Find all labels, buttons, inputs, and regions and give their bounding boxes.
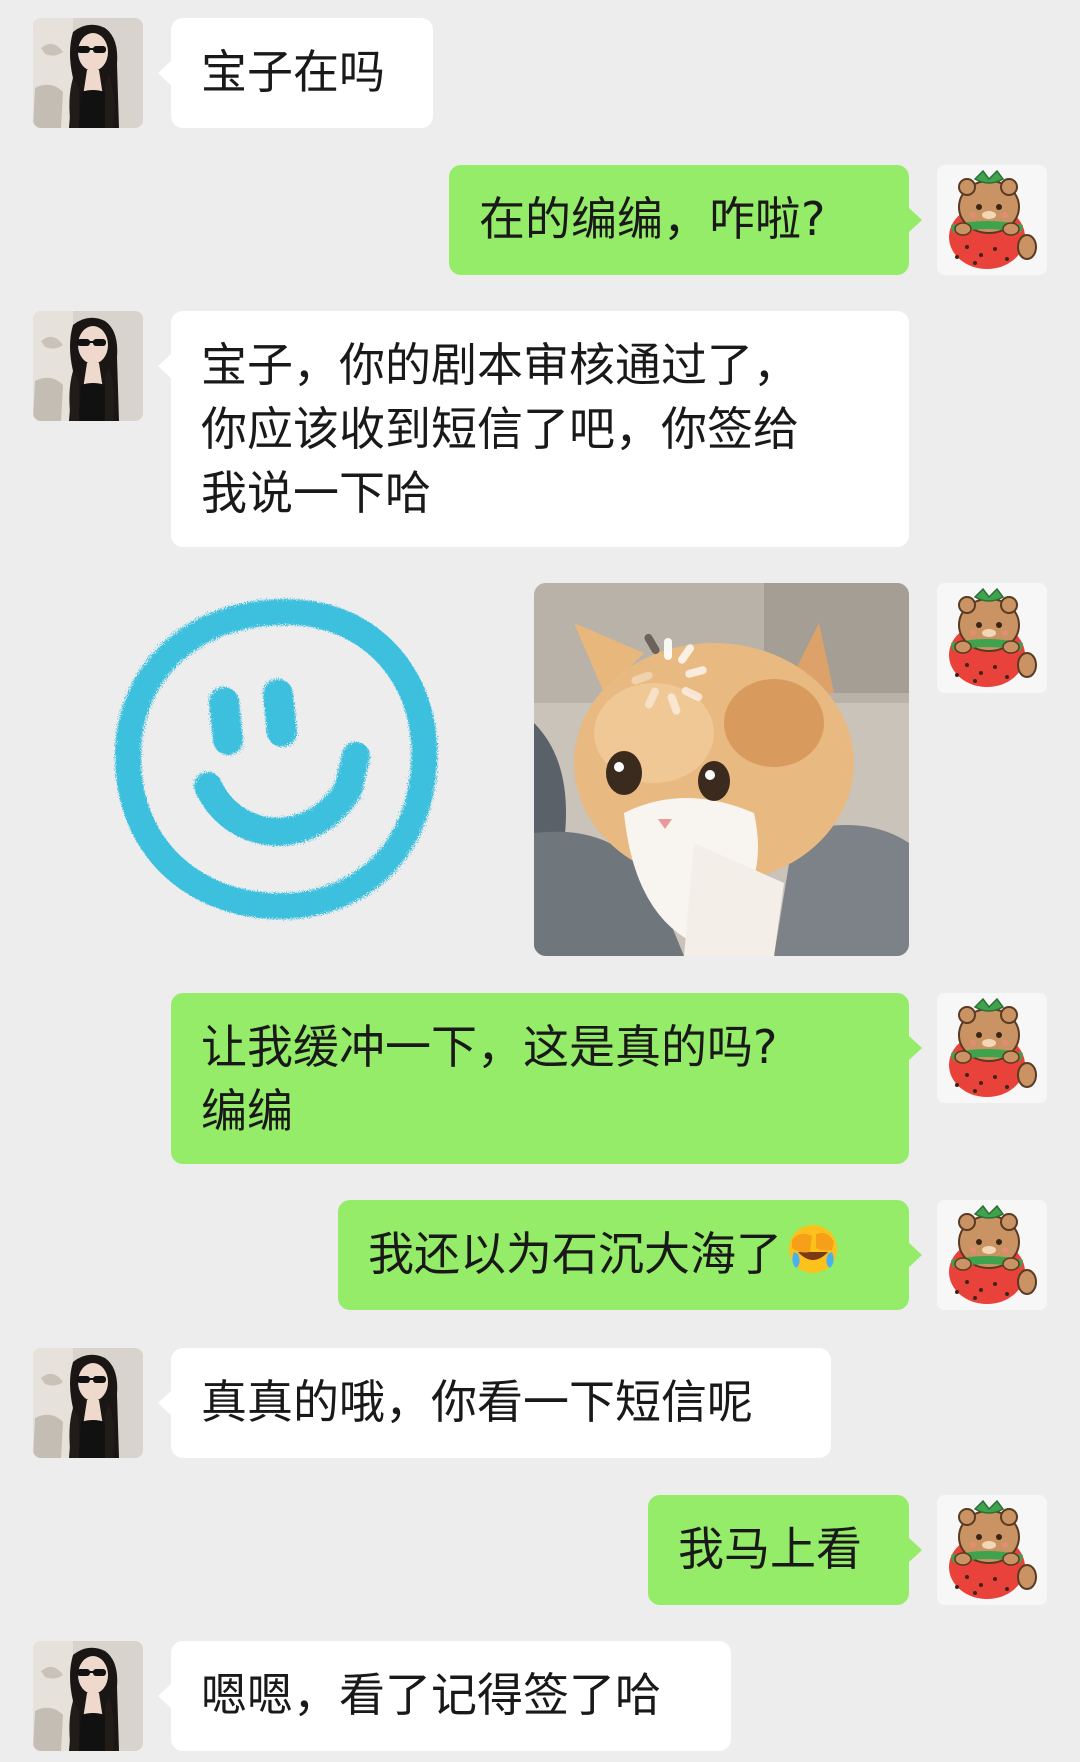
strawberry-bear-avatar-icon[interactable] — [937, 583, 1047, 693]
message-text: 在的编编，咋啦? — [479, 192, 826, 246]
message-text-line: 我说一下哈 — [201, 466, 431, 520]
message-text: 我马上看 — [678, 1522, 862, 1576]
face-palm-tears-emoji-icon — [786, 1222, 840, 1292]
chat-bubble-incoming[interactable]: 宝子，你的剧本审核通过了， 你应该收到短信了吧，你签给 我说一下哈 — [158, 311, 909, 547]
chat-bubble-incoming[interactable]: 嗯嗯，看了记得签了哈 — [158, 1641, 731, 1751]
message-text-line: 让我缓冲一下，这是真的吗? — [201, 1020, 778, 1074]
girl-sunglasses-avatar-icon[interactable] — [33, 18, 143, 128]
strawberry-bear-avatar-icon[interactable] — [937, 993, 1047, 1103]
message-text: 宝子在吗 — [201, 45, 385, 99]
strawberry-bear-avatar-icon[interactable] — [937, 165, 1047, 275]
chat-bubble-outgoing[interactable]: 我马上看 — [648, 1495, 922, 1605]
orange-kitten-loading-sticker-icon[interactable] — [534, 583, 909, 956]
message-text-line: 宝子，你的剧本审核通过了， — [201, 338, 799, 392]
message-text-line: 编编 — [201, 1084, 293, 1138]
strawberry-bear-avatar-icon[interactable] — [937, 1200, 1047, 1310]
message-text: 真真的哦，你看一下短信呢 — [201, 1375, 753, 1429]
chat-bubble-outgoing[interactable]: 在的编编，咋啦? — [449, 165, 922, 275]
chat-bubble-outgoing[interactable]: 让我缓冲一下，这是真的吗? 编编 — [171, 993, 922, 1164]
girl-sunglasses-avatar-icon[interactable] — [33, 311, 143, 421]
message-text-line: 你应该收到短信了吧，你签给 — [201, 402, 799, 456]
chat-bubble-incoming[interactable]: 真真的哦，你看一下短信呢 — [158, 1348, 831, 1458]
girl-sunglasses-avatar-icon[interactable] — [33, 1348, 143, 1458]
message-text: 我还以为石沉大海了 — [368, 1227, 782, 1281]
blue-smiley-sticker-icon[interactable] — [112, 590, 442, 930]
chat-bubble-outgoing[interactable]: 我还以为石沉大海了 — [338, 1200, 922, 1310]
strawberry-bear-avatar-icon[interactable] — [937, 1495, 1047, 1605]
girl-sunglasses-avatar-icon[interactable] — [33, 1641, 143, 1751]
chat-bubble-incoming[interactable]: 宝子在吗 — [158, 18, 433, 128]
message-text: 嗯嗯，看了记得签了哈 — [201, 1668, 661, 1722]
